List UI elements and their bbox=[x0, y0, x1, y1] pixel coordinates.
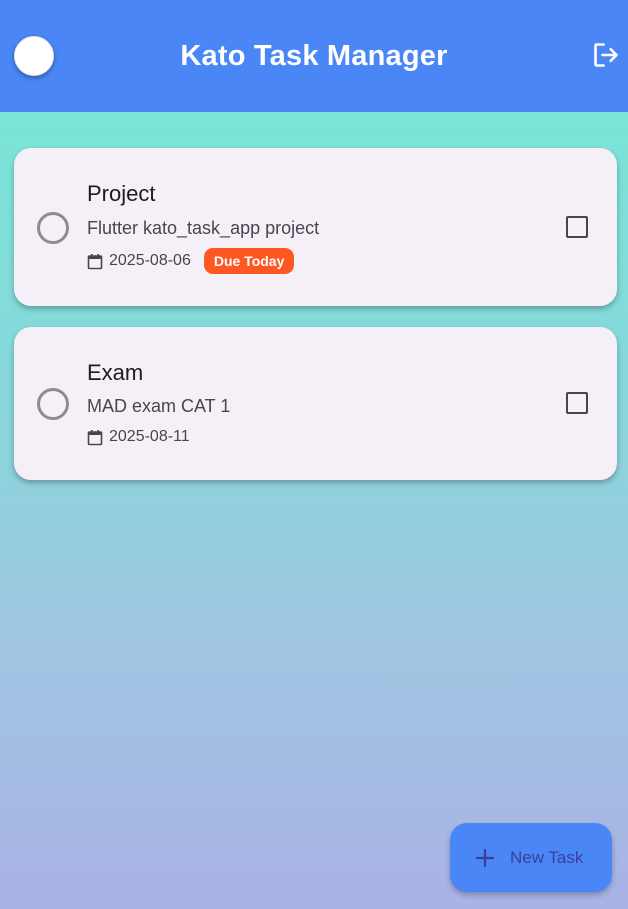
new-task-label: New Task bbox=[510, 847, 584, 867]
complete-radio[interactable] bbox=[37, 388, 69, 420]
task-meta: 2025-08-06 Due Today bbox=[87, 248, 295, 274]
due-date: 2025-08-11 bbox=[109, 428, 190, 445]
task-meta: 2025-08-11 bbox=[87, 428, 190, 446]
due-date: 2025-08-06 bbox=[109, 252, 191, 269]
task-checkbox[interactable] bbox=[566, 216, 588, 238]
task-title: Exam bbox=[87, 360, 144, 385]
calendar-icon bbox=[87, 253, 103, 269]
new-task-button[interactable]: New Task bbox=[450, 823, 612, 892]
logout-icon[interactable] bbox=[592, 41, 620, 69]
task-card[interactable]: Exam MAD exam CAT 1 2025-08-11 bbox=[14, 327, 617, 480]
task-title: Project bbox=[87, 181, 156, 206]
app-bar: Kato Task Manager bbox=[0, 0, 628, 112]
plus-icon bbox=[475, 848, 495, 867]
complete-radio[interactable] bbox=[37, 212, 69, 244]
app-screen: Kato Task Manager Project Flutter kato_t… bbox=[0, 0, 628, 909]
due-today-badge: Due Today bbox=[203, 248, 295, 274]
avatar[interactable] bbox=[14, 36, 54, 76]
task-card[interactable]: Project Flutter kato_task_app project 20… bbox=[14, 148, 617, 306]
task-description: MAD exam CAT 1 bbox=[87, 396, 231, 416]
calendar-icon bbox=[87, 429, 103, 445]
task-checkbox[interactable] bbox=[566, 392, 588, 414]
task-description: Flutter kato_task_app project bbox=[87, 218, 320, 238]
page-title: Kato Task Manager bbox=[180, 39, 448, 72]
